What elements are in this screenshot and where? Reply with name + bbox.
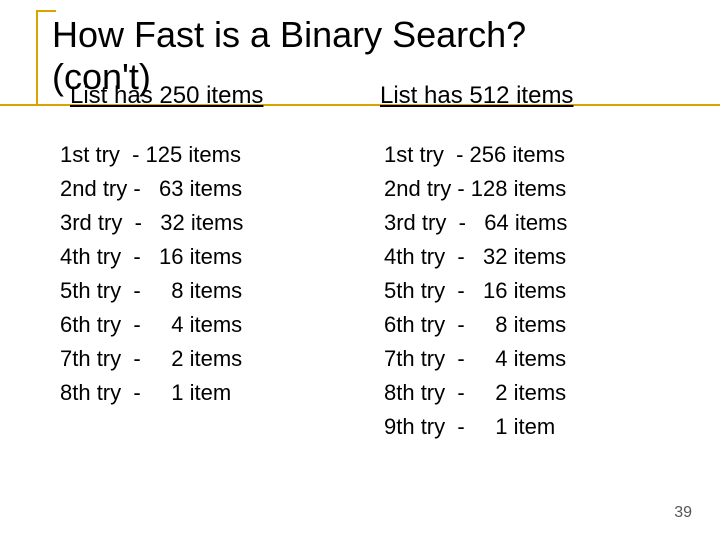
left-list-heading: List has 250 items <box>70 82 263 110</box>
accent-rule-left <box>36 10 38 106</box>
accent-rule-top <box>36 10 56 12</box>
title-line-1: How Fast is a Binary Search? <box>52 14 526 55</box>
slide: How Fast is a Binary Search? (con't) Lis… <box>0 0 720 540</box>
page-number: 39 <box>674 504 692 522</box>
right-list: 1st try - 256 items 2nd try - 128 items … <box>384 138 567 444</box>
right-list-heading: List has 512 items <box>380 82 573 110</box>
left-list: 1st try - 125 items 2nd try - 63 items 3… <box>60 138 243 410</box>
